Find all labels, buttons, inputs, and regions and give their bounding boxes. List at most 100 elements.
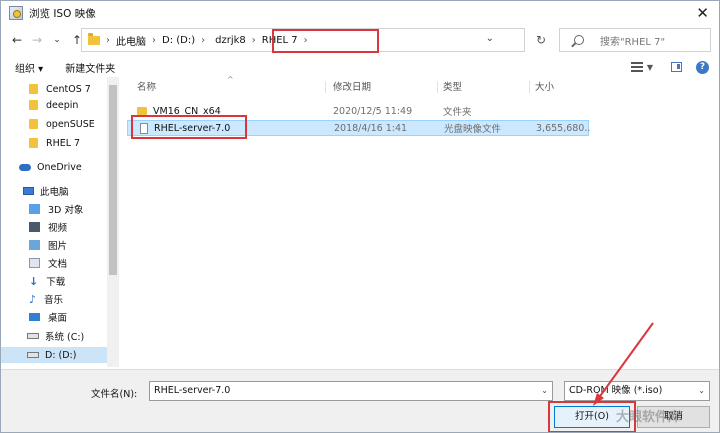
sidebar-item-label: 3D 对象 [48, 205, 84, 216]
file-size: 3,655,680... [536, 122, 590, 134]
file-modified: 2018/4/16 1:41 [334, 122, 408, 134]
iso-browse-dialog: 浏览 ISO 映像 ✕ ← → ⌄ ↑ › 此电脑 › D: (D:) › dz… [0, 0, 720, 433]
search-placeholder[interactable]: 搜索"RHEL 7" [600, 33, 665, 48]
sidebar-item-drive-d[interactable]: D: (D:) [1, 347, 107, 363]
sidebar-item-rhel7[interactable]: RHEL 7 [1, 135, 107, 151]
folder-icon [29, 119, 38, 129]
folder-icon [88, 32, 100, 45]
sidebar-item-label: openSUSE [46, 118, 95, 130]
sidebar-item-label: 下载 [46, 277, 66, 288]
window-title: 浏览 ISO 映像 [29, 7, 96, 20]
filetype-value[interactable]: CD-ROM 映像 (*.iso) [569, 385, 662, 396]
column-header-type[interactable]: 类型 [443, 79, 462, 93]
file-modified: 2020/12/5 11:49 [333, 105, 413, 117]
app-icon [9, 6, 23, 20]
sidebar-item-label: CentOS 7 [46, 83, 91, 95]
chevron-down-icon[interactable]: ⌄ [698, 382, 705, 400]
search-icon [574, 35, 584, 45]
toolbar-right: ▼ ? [630, 57, 719, 77]
help-icon[interactable]: ? [696, 60, 709, 74]
column-divider[interactable] [325, 81, 326, 93]
sidebar-item-onedrive[interactable]: OneDrive [1, 159, 107, 175]
view-options-icon[interactable] [630, 62, 643, 72]
documents-icon [29, 258, 40, 268]
chevron-right-icon: › [106, 34, 110, 46]
chevron-right-icon: › [152, 34, 156, 46]
folder-icon [137, 107, 147, 115]
breadcrumb-dzrjk8[interactable]: dzrjk8 [215, 35, 246, 46]
sidebar-item-centos7[interactable]: CentOS 7 [1, 81, 107, 97]
sidebar-item-label: 文档 [48, 259, 68, 270]
recent-locations-button[interactable]: ⌄ [47, 35, 67, 45]
videos-icon [29, 222, 40, 232]
open-button-highlight [548, 401, 636, 432]
filename-input[interactable]: RHEL-server-7.0 ⌄ [149, 381, 553, 401]
sidebar-item-this-pc[interactable]: 此电脑 [1, 183, 107, 199]
chevron-down-icon[interactable]: ⌄ [541, 382, 548, 400]
pictures-icon [29, 240, 40, 250]
sidebar-item-opensuse[interactable]: openSUSE [1, 116, 107, 132]
sidebar-item-label: 系统 (C:) [45, 332, 85, 343]
command-toolbar: 组织 ▾ 新建文件夹 ▼ ? [1, 57, 719, 77]
breadcrumb-this-pc[interactable]: 此电脑 [116, 33, 146, 48]
sidebar-scrollbar[interactable] [107, 77, 119, 367]
sidebar-item-label: 桌面 [48, 313, 68, 324]
3d-objects-icon [29, 204, 40, 214]
preview-pane-icon[interactable] [671, 62, 682, 72]
this-pc-icon [23, 187, 34, 195]
sidebar-item-label: 图片 [48, 241, 68, 252]
sidebar-item-label: OneDrive [37, 161, 82, 173]
breadcrumb-drive-d[interactable]: D: (D:) [162, 35, 195, 46]
sidebar-item-documents[interactable]: 文档 [1, 255, 107, 271]
sidebar-item-label: 音乐 [44, 295, 64, 306]
chevron-right-icon: › [251, 34, 256, 46]
breadcrumb-highlight [272, 29, 379, 53]
back-button[interactable]: ← [7, 33, 27, 47]
new-folder-button[interactable]: 新建文件夹 [65, 60, 115, 75]
column-header-name[interactable]: 名称 [137, 79, 156, 93]
sidebar-item-videos[interactable]: 视频 [1, 219, 107, 235]
sidebar-item-music[interactable]: ♪ 音乐 [1, 291, 107, 307]
sidebar-item-drive-c[interactable]: 系统 (C:) [1, 328, 107, 344]
title-bar: 浏览 ISO 映像 ✕ [1, 1, 719, 25]
refresh-icon[interactable]: ↻ [531, 28, 551, 52]
chevron-down-icon[interactable]: ▼ [647, 63, 653, 72]
sidebar-item-pictures[interactable]: 图片 [1, 237, 107, 253]
column-header-size[interactable]: 大小 [535, 79, 554, 93]
filename-label: 文件名(N): [91, 389, 138, 400]
navigation-row: ← → ⌄ ↑ › 此电脑 › D: (D:) › dzrjk8 › RHEL … [1, 25, 719, 55]
sidebar-item-label: 视频 [48, 223, 68, 234]
forward-button[interactable]: → [27, 33, 47, 47]
sidebar-item-desktop[interactable]: 桌面 [1, 309, 107, 325]
cancel-button[interactable]: 取消 [637, 406, 710, 428]
chevron-right-icon: › [201, 34, 206, 46]
drive-d-icon [27, 352, 39, 358]
search-box[interactable]: 搜索"RHEL 7" [559, 28, 711, 52]
sidebar-item-3d-objects[interactable]: 3D 对象 [1, 201, 107, 217]
sidebar-item-label: deepin [46, 99, 79, 111]
filename-value[interactable]: RHEL-server-7.0 [154, 385, 230, 396]
filetype-select[interactable]: CD-ROM 映像 (*.iso) ⌄ [564, 381, 710, 401]
navigation-pane: CentOS 7 deepin openSUSE RHEL 7 OneDrive… [1, 77, 119, 367]
file-type: 文件夹 [443, 107, 472, 118]
sidebar-scrollbar-thumb[interactable] [109, 85, 117, 275]
drive-c-icon [27, 333, 39, 339]
organize-button[interactable]: 组织 ▾ [15, 60, 43, 75]
column-divider[interactable] [529, 81, 530, 93]
sidebar-item-label: RHEL 7 [46, 137, 81, 149]
sidebar-item-deepin[interactable]: deepin [1, 97, 107, 113]
folder-icon [29, 84, 38, 94]
close-icon[interactable]: ✕ [696, 4, 709, 22]
address-bar[interactable]: › 此电脑 › D: (D:) › dzrjk8 › RHEL 7 › ⌄ [81, 28, 525, 53]
folder-icon [29, 138, 38, 148]
downloads-icon: ↓ [29, 274, 39, 288]
sort-ascending-icon: ^ [227, 75, 234, 84]
file-type: 光盘映像文件 [444, 124, 502, 135]
chevron-down-icon[interactable]: ⌄ [486, 33, 494, 44]
desktop-icon [29, 313, 40, 321]
sidebar-item-label: 此电脑 [40, 187, 69, 198]
sidebar-item-downloads[interactable]: ↓ 下载 [1, 273, 107, 289]
column-header-modified[interactable]: 修改日期 [333, 79, 371, 93]
column-divider[interactable] [437, 81, 438, 93]
file-highlight [131, 115, 247, 139]
